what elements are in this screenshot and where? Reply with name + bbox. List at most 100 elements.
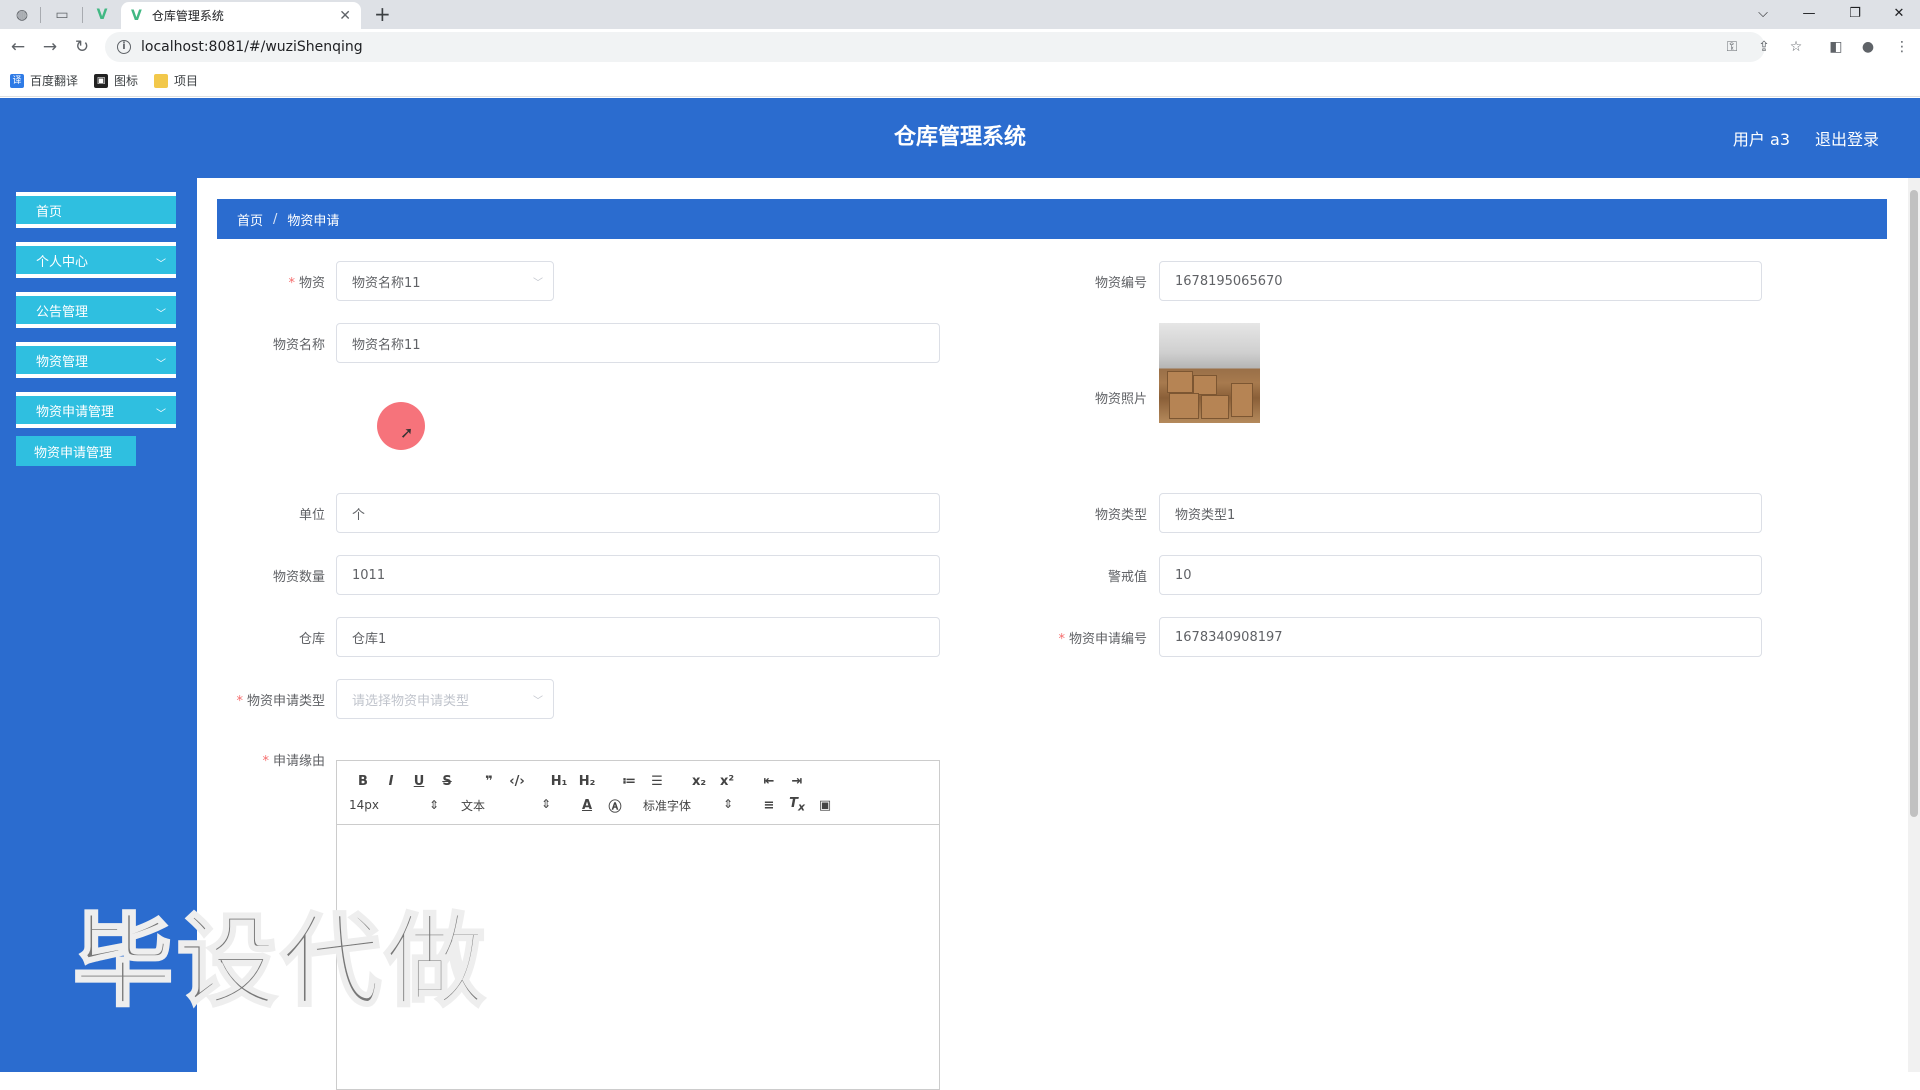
font-size-select[interactable]: 14px ⇕ bbox=[349, 798, 439, 812]
qty-label: 物资数量 bbox=[272, 570, 325, 585]
profile-icon[interactable]: ● bbox=[1856, 35, 1880, 59]
warn-field[interactable]: 10 bbox=[1159, 555, 1762, 595]
bookmark-project[interactable]: 项目 bbox=[154, 72, 198, 89]
name-field[interactable]: 物资名称11 bbox=[336, 323, 940, 363]
indent-icon[interactable]: ⇥ bbox=[783, 774, 811, 789]
minimize-button[interactable]: — bbox=[1786, 0, 1832, 26]
restore-button[interactable]: ❐ bbox=[1832, 0, 1878, 26]
window-close-button[interactable]: ✕ bbox=[1876, 0, 1920, 26]
url-text: localhost:8081/#/wuziShenqing bbox=[141, 39, 363, 55]
qty-field[interactable]: 1011 bbox=[336, 555, 940, 595]
sidebar-item-label: 个人中心 bbox=[36, 254, 89, 270]
vue-tab-icon[interactable]: V bbox=[88, 4, 116, 26]
menu-icon[interactable]: ⋮ bbox=[1890, 35, 1914, 59]
sidebar-subitem-apply-mgmt[interactable]: 物资申请管理 bbox=[16, 436, 136, 466]
active-tab[interactable]: V 仓库管理系统 ✕ bbox=[121, 2, 361, 29]
breadcrumb-home[interactable]: 首页 bbox=[237, 210, 263, 229]
bookmark-baidu-translate[interactable]: 译 百度翻译 bbox=[10, 72, 78, 89]
folder-icon bbox=[154, 73, 169, 88]
vue-logo-icon: V bbox=[131, 7, 142, 24]
tab-separator bbox=[40, 7, 41, 23]
scroll-thumb[interactable] bbox=[1910, 190, 1918, 817]
side-panel-icon[interactable]: ◧ bbox=[1824, 35, 1848, 59]
editor-toolbar: B I U S ❞ ‹/› H₁ H₂ ≔ ☰ x₂ x² ⇤ ⇥ 14px ⇕ … bbox=[337, 761, 939, 825]
sidebar-item-label: 公告管理 bbox=[36, 304, 89, 320]
photo-label: 物资照片 bbox=[1094, 392, 1147, 407]
new-tab-button[interactable]: + bbox=[374, 2, 391, 26]
share-icon[interactable]: ⇪ bbox=[1752, 35, 1776, 59]
clear-format-icon[interactable]: Tx bbox=[783, 796, 811, 814]
strike-icon[interactable]: S bbox=[433, 774, 461, 789]
watermark: 毕设代做 bbox=[72, 902, 489, 1022]
bold-icon[interactable]: B bbox=[349, 774, 377, 789]
sidebar-item-label: 物资申请管理 bbox=[36, 404, 115, 420]
unit-value: 个 bbox=[352, 507, 366, 523]
url-bar[interactable]: i localhost:8081/#/wuziShenqing bbox=[105, 32, 1765, 62]
sidebar-item-apply-mgmt[interactable]: 物资申请管理 ﹀ bbox=[16, 392, 176, 428]
h1-icon[interactable]: H₁ bbox=[545, 774, 573, 789]
bianhao-field[interactable]: 1678195065670 bbox=[1159, 261, 1762, 301]
logout-button[interactable]: 退出登录 bbox=[1815, 126, 1879, 150]
type-field[interactable]: 物资类型1 bbox=[1159, 493, 1762, 533]
reason-label: * 申请缘由 bbox=[262, 754, 325, 769]
bullet-list-icon[interactable]: ☰ bbox=[643, 774, 671, 789]
sidebar-item-notice[interactable]: 公告管理 ﹀ bbox=[16, 292, 176, 328]
bianhao-label: 物资编号 bbox=[1094, 276, 1147, 291]
pinned-tab-icon[interactable]: ▭ bbox=[48, 4, 76, 26]
warehouse-field[interactable]: 仓库1 bbox=[336, 617, 940, 657]
chevron-down-icon: ﹀ bbox=[156, 359, 166, 370]
warehouse-label: 仓库 bbox=[298, 632, 325, 647]
image-icon[interactable]: ▣ bbox=[811, 798, 839, 813]
key-icon[interactable]: ⚿ bbox=[1720, 35, 1744, 59]
warn-value: 10 bbox=[1175, 567, 1192, 583]
warehouse-value: 仓库1 bbox=[352, 631, 387, 647]
bookmark-label: 图标 bbox=[114, 74, 139, 88]
align-icon[interactable]: ≡ bbox=[755, 798, 783, 813]
italic-icon[interactable]: I bbox=[377, 774, 405, 789]
info-icon[interactable]: i bbox=[117, 40, 131, 54]
code-icon[interactable]: ‹/› bbox=[503, 774, 531, 789]
subscript-icon[interactable]: x₂ bbox=[685, 774, 713, 789]
sidebar-item-label: 物资管理 bbox=[36, 354, 89, 370]
ordered-list-icon[interactable]: ≔ bbox=[615, 774, 643, 789]
unit-label: 单位 bbox=[298, 508, 325, 523]
background-color-icon[interactable]: Ⓐ bbox=[601, 796, 629, 815]
back-icon[interactable]: ← bbox=[6, 35, 30, 59]
star-icon[interactable]: ☆ bbox=[1784, 35, 1808, 59]
image-icon: ▣ bbox=[94, 73, 109, 88]
name-value: 物资名称11 bbox=[352, 337, 421, 353]
tab-title: 仓库管理系统 bbox=[151, 9, 224, 23]
wuzi-label: * 物资 bbox=[288, 276, 325, 291]
forward-icon[interactable]: → bbox=[38, 35, 62, 59]
apply-type-select[interactable]: 请选择物资申请类型 ﹀ bbox=[336, 679, 554, 719]
block-format-select[interactable]: 文本 ⇕ bbox=[461, 797, 551, 814]
wuzi-select[interactable]: 物资名称11 ﹀ bbox=[336, 261, 554, 301]
sidebar-item-materials[interactable]: 物资管理 ﹀ bbox=[16, 342, 176, 378]
tab-search-icon[interactable]: ⌵ bbox=[1740, 0, 1786, 26]
apply-type-label: * 物资申请类型 bbox=[236, 694, 325, 709]
superscript-icon[interactable]: x² bbox=[713, 774, 741, 789]
font-family-select[interactable]: 标准字体 ⇕ bbox=[643, 797, 733, 814]
apply-type-placeholder: 请选择物资申请类型 bbox=[352, 693, 470, 709]
apply-no-field[interactable]: 1678340908197 bbox=[1159, 617, 1762, 657]
sidebar-item-profile[interactable]: 个人中心 ﹀ bbox=[16, 242, 176, 278]
photo-box bbox=[1167, 371, 1193, 393]
h2-icon[interactable]: H₂ bbox=[573, 774, 601, 789]
unit-field[interactable]: 个 bbox=[336, 493, 940, 533]
globe-icon[interactable]: ◍ bbox=[8, 4, 36, 26]
bookmarks-bar: 译 百度翻译 ▣ 图标 项目 bbox=[0, 65, 1920, 97]
page-scrollbar[interactable] bbox=[1908, 178, 1920, 1072]
photo-box bbox=[1201, 395, 1229, 419]
sidebar-item-home[interactable]: 首页 bbox=[16, 192, 176, 228]
font-color-icon[interactable]: A bbox=[573, 798, 601, 813]
mouse-pointer-icon: ➚ bbox=[400, 423, 414, 442]
underline-icon[interactable]: U bbox=[405, 774, 433, 789]
bookmark-icons[interactable]: ▣ 图标 bbox=[94, 72, 138, 89]
quote-icon[interactable]: ❞ bbox=[475, 774, 503, 789]
wuzi-select-value: 物资名称11 bbox=[352, 275, 421, 291]
type-value: 物资类型1 bbox=[1175, 507, 1236, 523]
outdent-icon[interactable]: ⇤ bbox=[755, 774, 783, 789]
close-icon[interactable]: ✕ bbox=[339, 8, 351, 24]
name-label: 物资名称 bbox=[272, 338, 325, 353]
reload-icon[interactable]: ↻ bbox=[70, 35, 94, 59]
